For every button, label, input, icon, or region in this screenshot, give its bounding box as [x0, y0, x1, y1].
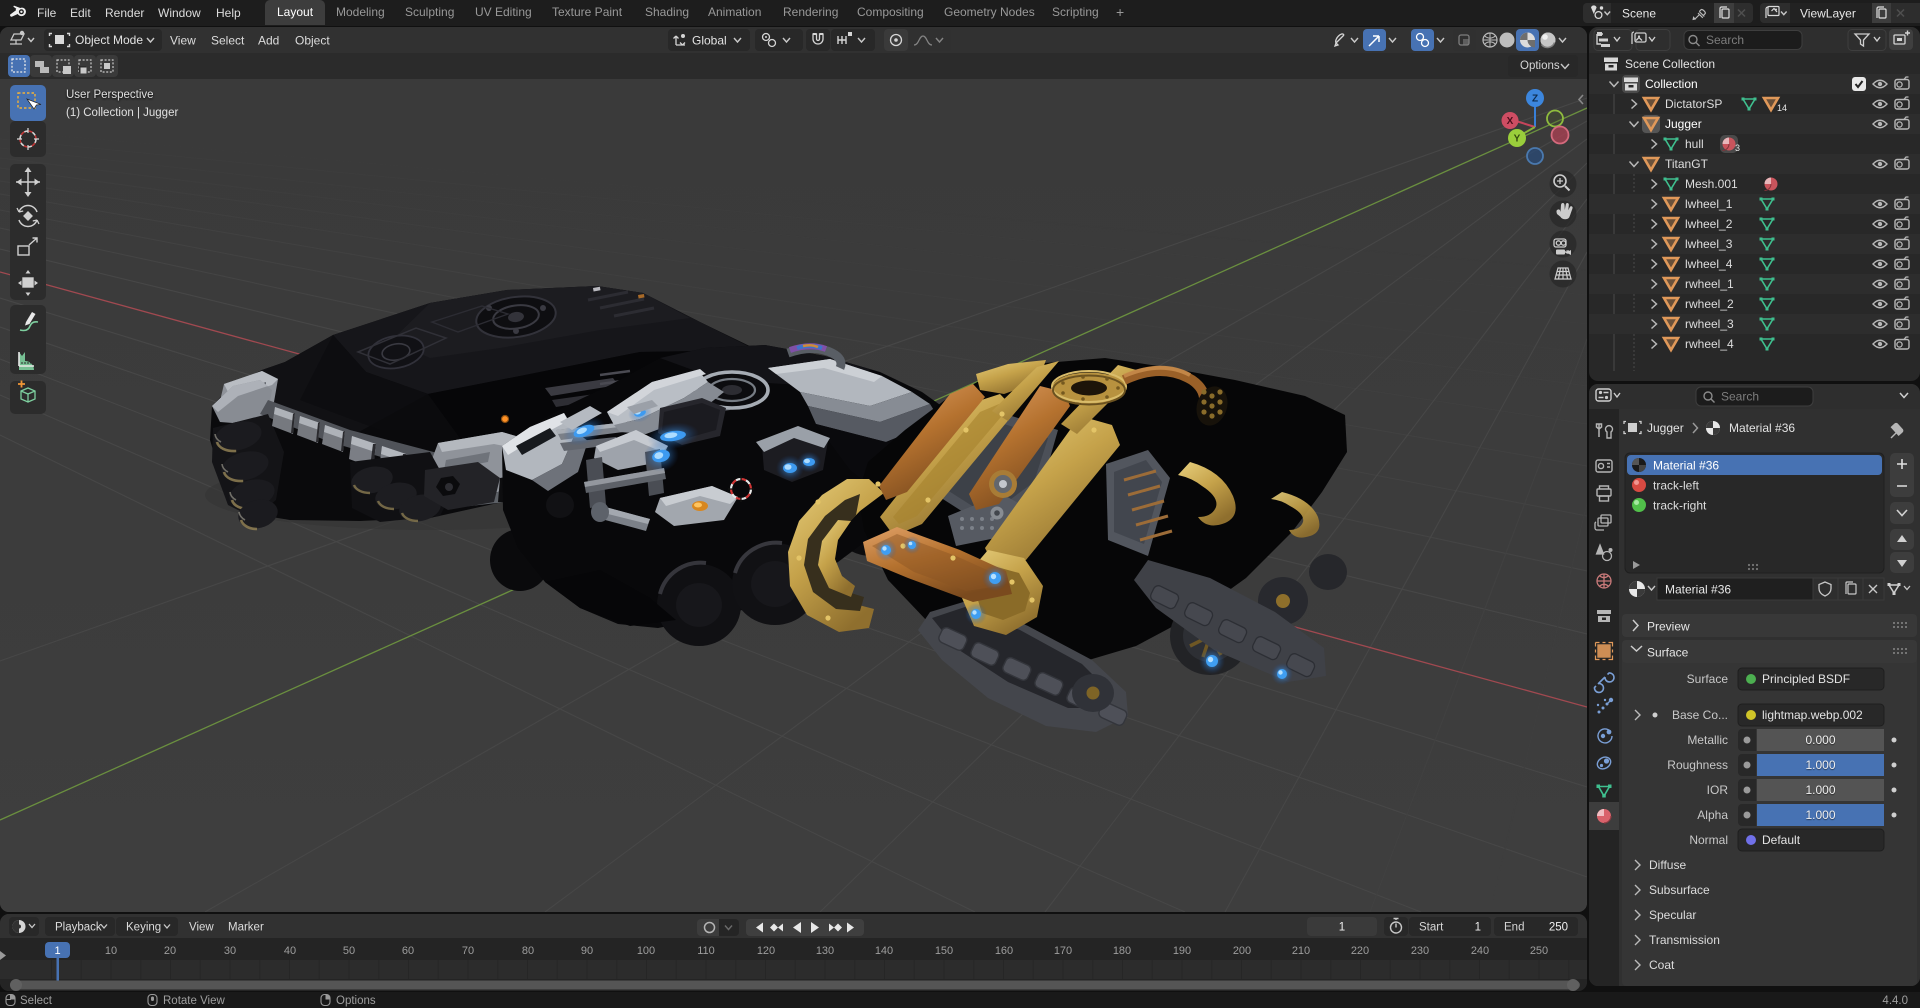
svg-text:View: View — [189, 922, 214, 934]
svg-text:140: 140 — [875, 945, 893, 957]
svg-text:60: 60 — [402, 945, 414, 957]
svg-text:80: 80 — [522, 945, 534, 957]
svg-text:End: End — [1504, 922, 1524, 934]
svg-text:Marker: Marker — [228, 922, 264, 934]
svg-text:track-left: track-left — [1653, 479, 1700, 493]
svg-text:50: 50 — [343, 945, 355, 957]
svg-text:track-right: track-right — [1653, 499, 1707, 513]
svg-text:Keying: Keying — [126, 922, 161, 934]
svg-text:Alpha: Alpha — [1697, 808, 1728, 822]
svg-text:Playback: Playback — [55, 922, 102, 934]
svg-text:Default: Default — [1762, 833, 1801, 847]
svg-text:Select: Select — [20, 995, 53, 1007]
svg-text:160: 160 — [995, 945, 1013, 957]
svg-text:Global: Global — [692, 34, 727, 48]
svg-text:Scene Collection: Scene Collection — [1625, 57, 1715, 71]
svg-text:Scene: Scene — [1622, 7, 1656, 21]
svg-text:1.000: 1.000 — [1805, 783, 1835, 797]
svg-text:1.000: 1.000 — [1805, 808, 1835, 822]
svg-text:Start: Start — [1419, 922, 1444, 934]
svg-text:Collection: Collection — [1645, 77, 1698, 91]
svg-text:Surface: Surface — [1687, 672, 1729, 686]
svg-text:230: 230 — [1411, 945, 1429, 957]
svg-text:220: 220 — [1351, 945, 1369, 957]
svg-text:1.000: 1.000 — [1805, 758, 1835, 772]
svg-text:Normal: Normal — [1689, 833, 1728, 847]
svg-text:Add: Add — [258, 34, 279, 48]
svg-text:90: 90 — [581, 945, 593, 957]
svg-text:Subsurface: Subsurface — [1649, 883, 1710, 897]
svg-text:Roughness: Roughness — [1667, 758, 1728, 772]
svg-text:Y: Y — [1514, 134, 1521, 145]
svg-text:IOR: IOR — [1707, 783, 1729, 797]
svg-text:200: 200 — [1233, 945, 1251, 957]
svg-text:lwheel_2: lwheel_2 — [1685, 217, 1733, 231]
svg-text:TitanGT: TitanGT — [1665, 157, 1709, 171]
svg-text:Diffuse: Diffuse — [1649, 858, 1686, 872]
svg-text:(1) Collection | Jugger: (1) Collection | Jugger — [66, 107, 178, 119]
svg-text:20: 20 — [164, 945, 176, 957]
svg-text:Rotate View: Rotate View — [163, 995, 225, 1007]
svg-text:lwheel_1: lwheel_1 — [1685, 197, 1733, 211]
svg-text:rwheel_4: rwheel_4 — [1685, 337, 1734, 351]
svg-text:lightmap.webp.002: lightmap.webp.002 — [1762, 708, 1863, 722]
svg-text:40: 40 — [284, 945, 296, 957]
svg-text:250: 250 — [1530, 945, 1548, 957]
svg-text:4.4.0: 4.4.0 — [1882, 995, 1908, 1007]
svg-text:210: 210 — [1292, 945, 1310, 957]
svg-text:70: 70 — [462, 945, 474, 957]
svg-text:190: 190 — [1173, 945, 1191, 957]
svg-text:rwheel_3: rwheel_3 — [1685, 317, 1734, 331]
svg-text:X: X — [1507, 116, 1514, 127]
svg-text:240: 240 — [1471, 945, 1489, 957]
svg-text:Material #36: Material #36 — [1665, 583, 1731, 597]
svg-text:Options: Options — [336, 995, 376, 1007]
svg-text:180: 180 — [1113, 945, 1131, 957]
svg-text:3: 3 — [1735, 143, 1740, 153]
svg-text:Jugger: Jugger — [1647, 421, 1684, 435]
svg-text:rwheel_1: rwheel_1 — [1685, 277, 1734, 291]
svg-text:Preview: Preview — [1647, 620, 1690, 634]
svg-text:User Perspective: User Perspective — [66, 89, 154, 101]
svg-text:Coat: Coat — [1649, 958, 1675, 972]
svg-text:1: 1 — [54, 945, 60, 957]
svg-text:250: 250 — [1549, 922, 1568, 934]
svg-text:View: View — [170, 34, 196, 48]
svg-text:DictatorSP: DictatorSP — [1665, 97, 1722, 111]
svg-text:Base Co...: Base Co... — [1672, 708, 1728, 722]
svg-text:Search: Search — [1721, 390, 1759, 404]
svg-text:Material #36: Material #36 — [1653, 459, 1719, 473]
svg-text:ViewLayer: ViewLayer — [1800, 7, 1856, 21]
svg-text:Specular: Specular — [1649, 908, 1696, 922]
svg-text:170: 170 — [1054, 945, 1072, 957]
svg-text:lwheel_4: lwheel_4 — [1685, 257, 1733, 271]
svg-text:Material #36: Material #36 — [1729, 421, 1795, 435]
svg-text:Principled BSDF: Principled BSDF — [1762, 672, 1850, 686]
svg-text:1: 1 — [1475, 922, 1481, 934]
svg-text:Z: Z — [1532, 94, 1538, 105]
svg-text:30: 30 — [224, 945, 236, 957]
svg-text:0.000: 0.000 — [1805, 733, 1835, 747]
svg-text:10: 10 — [105, 945, 117, 957]
svg-text:Object Mode: Object Mode — [75, 33, 143, 47]
svg-text:130: 130 — [816, 945, 834, 957]
svg-text:Jugger: Jugger — [1665, 117, 1702, 131]
svg-text:150: 150 — [935, 945, 953, 957]
svg-text:rwheel_2: rwheel_2 — [1685, 297, 1734, 311]
svg-text:lwheel_3: lwheel_3 — [1685, 237, 1733, 251]
svg-text:Search: Search — [1706, 33, 1744, 47]
svg-text:Object: Object — [295, 34, 330, 48]
svg-text:120: 120 — [757, 945, 775, 957]
svg-text:Mesh.001: Mesh.001 — [1685, 177, 1738, 191]
svg-text:Select: Select — [211, 34, 245, 48]
svg-text:1: 1 — [1339, 922, 1345, 934]
svg-text:14: 14 — [1777, 103, 1787, 113]
svg-text:100: 100 — [637, 945, 655, 957]
svg-text:Transmission: Transmission — [1649, 933, 1720, 947]
svg-text:Metallic: Metallic — [1687, 733, 1728, 747]
svg-text:Surface: Surface — [1647, 646, 1689, 660]
svg-text:hull: hull — [1685, 137, 1704, 151]
svg-text:110: 110 — [697, 945, 715, 957]
